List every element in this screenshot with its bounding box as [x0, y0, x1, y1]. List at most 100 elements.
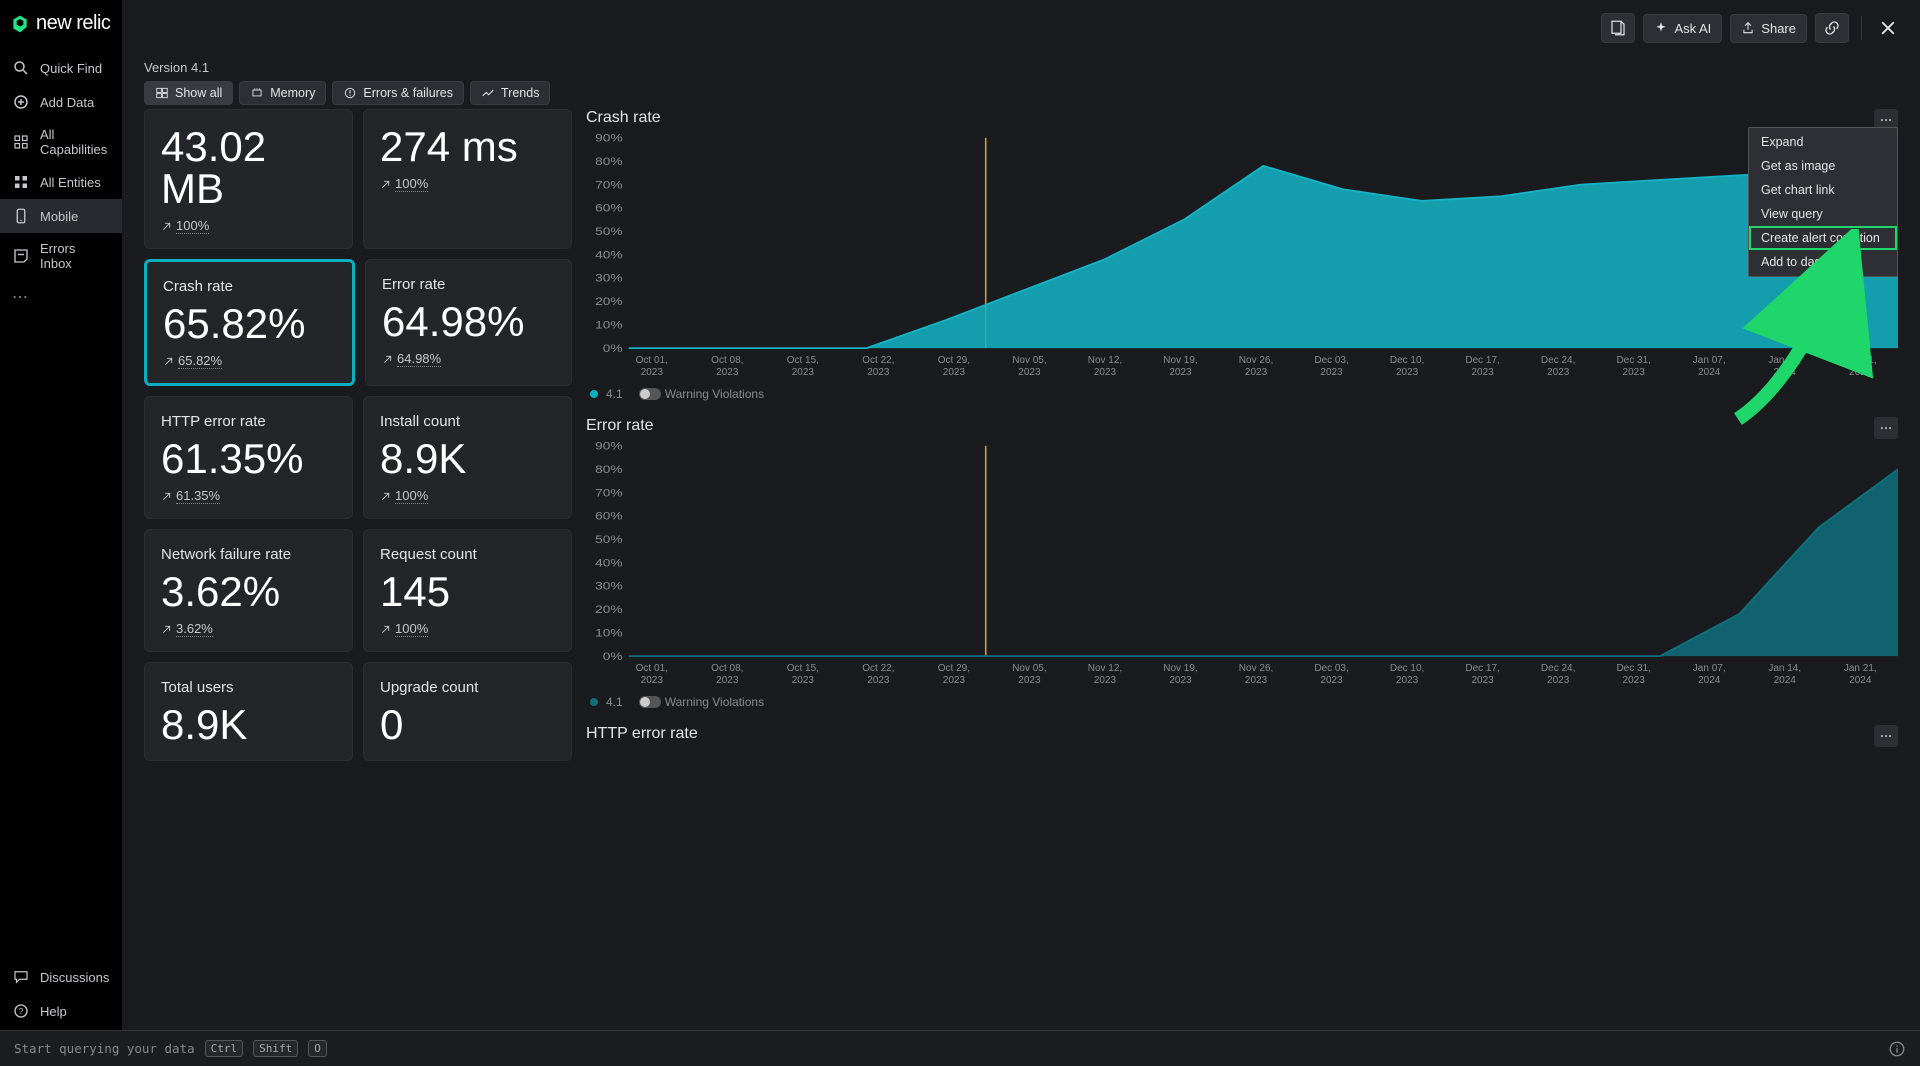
card-upgrade-count[interactable]: Upgrade count 0	[363, 662, 572, 761]
chart-canvas[interactable]: 0%10%20%30%40%50%60%70%80%90%	[586, 133, 1898, 353]
memory-icon	[250, 86, 264, 100]
metric-delta: 3.62%	[161, 621, 336, 637]
metric-value: 8.9K	[161, 704, 336, 746]
chart-http-error-rate: HTTP error rate	[586, 725, 1898, 749]
metric-title: Install count	[380, 413, 555, 430]
chart-title: HTTP error rate	[586, 725, 1898, 743]
chip-label: Memory	[270, 86, 315, 100]
card-memory-ms[interactable]: 274 ms 100%	[363, 109, 572, 249]
metric-delta: 61.35%	[161, 488, 336, 504]
svg-text:10%: 10%	[595, 319, 622, 331]
ctx-expand[interactable]: Expand	[1749, 130, 1897, 154]
arrow-up-right-icon	[380, 491, 391, 502]
sidebar-item-errors-inbox[interactable]: Errors Inbox	[0, 233, 122, 279]
metric-value: 43.02 MB	[161, 126, 336, 210]
ctx-view-query[interactable]: View query	[1749, 202, 1897, 226]
metric-value: 145	[380, 571, 555, 613]
metric-delta: 65.82%	[163, 353, 336, 369]
close-button[interactable]	[1874, 14, 1902, 42]
sidebar-more[interactable]: ⋯	[0, 279, 122, 315]
svg-text:10%: 10%	[595, 627, 622, 639]
ctx-get-as-image[interactable]: Get as image	[1749, 154, 1897, 178]
metric-value: 0	[380, 704, 555, 746]
sidebar-item-all-capabilities[interactable]: All Capabilities	[0, 119, 122, 165]
metric-value: 274 ms	[380, 126, 555, 168]
svg-text:60%: 60%	[595, 202, 622, 214]
trend-icon	[481, 86, 495, 100]
sidebar-item-mobile[interactable]: Mobile	[0, 199, 122, 233]
query-bar[interactable]: Start querying your data Ctrl Shift O	[0, 1030, 1920, 1066]
card-network-failure-rate[interactable]: Network failure rate 3.62% 3.62%	[144, 529, 353, 652]
card-http-error-rate[interactable]: HTTP error rate 61.35% 61.35%	[144, 396, 353, 519]
kbd-o: O	[308, 1040, 327, 1057]
chart-canvas[interactable]: 0%10%20%30%40%50%60%70%80%90%	[586, 441, 1898, 661]
sidebar-item-quick-find[interactable]: Quick Find	[0, 51, 122, 85]
svg-text:70%: 70%	[595, 487, 622, 499]
chip-memory[interactable]: Memory	[239, 81, 326, 105]
chip-errors-failures[interactable]: Errors & failures	[332, 81, 464, 105]
chart-menu-button[interactable]	[1874, 725, 1898, 747]
chip-show-all[interactable]: Show all	[144, 81, 233, 105]
ctx-add-to-dashboard[interactable]: Add to dashboard	[1749, 250, 1897, 274]
card-request-count[interactable]: Request count 145 100%	[363, 529, 572, 652]
chart-title: Crash rate	[586, 109, 1898, 127]
chart-title: Error rate	[586, 417, 1898, 435]
sidebar-item-label: Quick Find	[40, 61, 102, 76]
metric-title: Crash rate	[163, 278, 336, 295]
svg-text:60%: 60%	[595, 510, 622, 522]
legend-warning-toggle[interactable]: Warning Violations	[639, 695, 764, 709]
notes-button[interactable]	[1601, 13, 1635, 43]
svg-text:30%: 30%	[595, 272, 622, 284]
chart-x-axis: Oct 01,2023Oct 08,2023Oct 15,2023Oct 22,…	[586, 355, 1898, 379]
svg-text:90%: 90%	[595, 441, 622, 452]
chip-label: Errors & failures	[363, 86, 453, 100]
chip-label: Trends	[501, 86, 539, 100]
legend-item[interactable]: 4.1	[590, 387, 623, 401]
metric-cards-column: 43.02 MB 100% 274 ms 100% Crash rat	[144, 109, 572, 1054]
close-icon	[1878, 18, 1898, 38]
sidebar-item-label: All Entities	[40, 175, 101, 190]
ctx-get-chart-link[interactable]: Get chart link	[1749, 178, 1897, 202]
card-total-users[interactable]: Total users 8.9K	[144, 662, 353, 761]
ctx-create-alert-condition[interactable]: Create alert condition	[1749, 226, 1897, 250]
toolbar: Show all Memory Errors & failures Trends	[122, 75, 1920, 109]
svg-text:90%: 90%	[595, 133, 622, 144]
charts-column: Crash rate 0%10%20%30%40%50%60%70%80%90%…	[586, 109, 1898, 1054]
sidebar-item-discussions[interactable]: Discussions	[0, 960, 122, 994]
entities-icon	[12, 173, 30, 191]
sidebar-item-all-entities[interactable]: All Entities	[0, 165, 122, 199]
mobile-icon	[12, 207, 30, 225]
card-error-rate[interactable]: Error rate 64.98% 64.98%	[365, 259, 572, 386]
share-button[interactable]: Share	[1730, 14, 1807, 43]
card-memory-size[interactable]: 43.02 MB 100%	[144, 109, 353, 249]
permalink-button[interactable]	[1815, 13, 1849, 43]
arrow-up-right-icon	[161, 624, 172, 635]
metric-delta: 100%	[380, 621, 555, 637]
search-icon	[12, 59, 30, 77]
arrow-up-right-icon	[382, 354, 393, 365]
sidebar-item-help[interactable]: ? Help	[0, 994, 122, 1028]
card-install-count[interactable]: Install count 8.9K 100%	[363, 396, 572, 519]
toggle-icon	[639, 388, 661, 400]
chart-menu-button[interactable]	[1874, 417, 1898, 439]
sidebar-item-add-data[interactable]: Add Data	[0, 85, 122, 119]
chip-trends[interactable]: Trends	[470, 81, 550, 105]
kbd-shift: Shift	[253, 1040, 298, 1057]
metric-delta: 100%	[380, 488, 555, 504]
legend-item[interactable]: 4.1	[590, 695, 623, 709]
svg-text:30%: 30%	[595, 580, 622, 592]
kbd-ctrl: Ctrl	[205, 1040, 244, 1057]
chart-context-menu: Expand Get as image Get chart link View …	[1748, 127, 1898, 277]
metric-value: 61.35%	[161, 438, 336, 480]
info-button[interactable]	[1888, 1040, 1906, 1058]
chart-crash-rate: Crash rate 0%10%20%30%40%50%60%70%80%90%…	[586, 109, 1898, 401]
legend-warning-toggle[interactable]: Warning Violations	[639, 387, 764, 401]
svg-text:0%: 0%	[603, 650, 623, 661]
metric-value: 8.9K	[380, 438, 555, 480]
svg-text:80%: 80%	[595, 463, 622, 475]
content: 43.02 MB 100% 274 ms 100% Crash rat	[122, 109, 1920, 1066]
metric-title: Total users	[161, 679, 336, 696]
ask-ai-button[interactable]: Ask AI	[1643, 14, 1722, 43]
inbox-icon	[12, 247, 30, 265]
card-crash-rate[interactable]: Crash rate 65.82% 65.82%	[144, 259, 355, 386]
